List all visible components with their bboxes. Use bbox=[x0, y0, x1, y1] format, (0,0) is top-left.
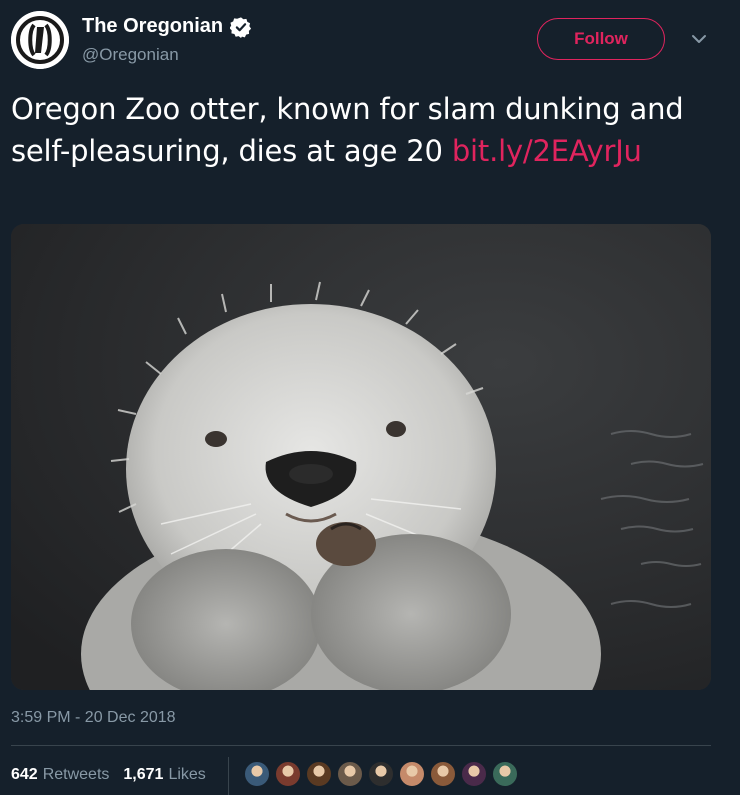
tweet-timestamp[interactable]: 3:59 PM - 20 Dec 2018 bbox=[11, 709, 176, 727]
oregonian-logo-icon bbox=[11, 11, 69, 69]
liker-avatar[interactable] bbox=[491, 760, 519, 788]
avatar[interactable] bbox=[11, 11, 69, 69]
likes-count[interactable]: 1,671 bbox=[123, 766, 163, 784]
liker-avatar[interactable] bbox=[429, 760, 457, 788]
liker-avatar[interactable] bbox=[367, 760, 395, 788]
tweet-stats: 642 Retweets 1,671 Likes bbox=[11, 766, 206, 784]
liker-avatar[interactable] bbox=[243, 760, 271, 788]
retweets-label[interactable]: Retweets bbox=[43, 766, 110, 784]
tweet-link[interactable]: bit.ly/2EAyrJu bbox=[452, 134, 642, 168]
stats-separator bbox=[228, 757, 229, 795]
follow-button[interactable]: Follow bbox=[537, 18, 665, 60]
verified-badge-icon bbox=[230, 16, 252, 38]
tweet-text: Oregon Zoo otter, known for slam dunking… bbox=[11, 88, 711, 172]
liker-avatar[interactable] bbox=[460, 760, 488, 788]
sea-otter-photo bbox=[11, 224, 711, 690]
likes-label[interactable]: Likes bbox=[168, 766, 205, 784]
liker-avatar[interactable] bbox=[398, 760, 426, 788]
liker-avatar[interactable] bbox=[336, 760, 364, 788]
divider bbox=[11, 745, 711, 746]
liker-avatars bbox=[243, 760, 522, 788]
account-name-row: The Oregonian bbox=[82, 15, 252, 38]
display-name[interactable]: The Oregonian bbox=[82, 15, 223, 38]
chevron-down-icon[interactable] bbox=[691, 33, 707, 45]
account-handle[interactable]: @Oregonian bbox=[82, 45, 179, 65]
tweet-media[interactable] bbox=[11, 224, 711, 690]
retweets-count[interactable]: 642 bbox=[11, 766, 38, 784]
liker-avatar[interactable] bbox=[305, 760, 333, 788]
liker-avatar[interactable] bbox=[274, 760, 302, 788]
